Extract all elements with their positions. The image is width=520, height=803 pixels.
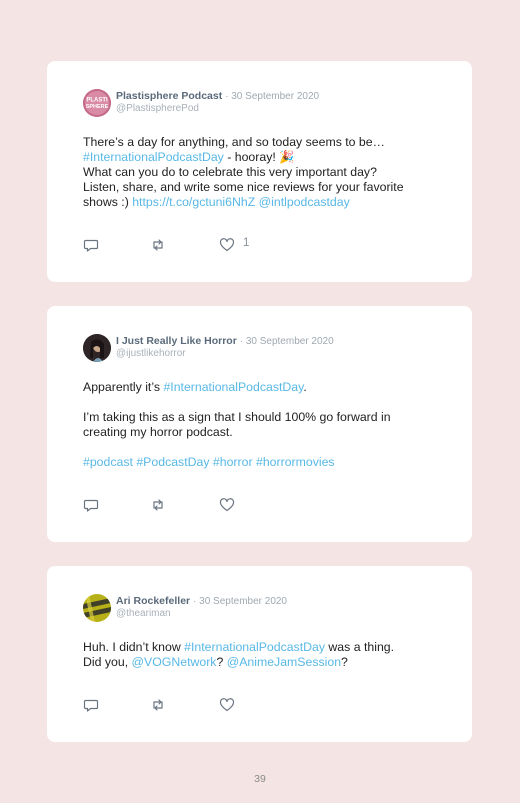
tweet-text-fragment: Apparently it’s xyxy=(83,380,164,394)
tweet-text-line: shows :) https://t.co/gctuni6NhZ @intlpo… xyxy=(83,195,443,210)
tweet-body: Huh. I didn’t know #InternationalPodcast… xyxy=(83,640,443,670)
tweet-text-fragment: Did you, xyxy=(83,655,132,669)
tweet-text-fragment: was a thing. xyxy=(325,640,395,654)
reply-icon[interactable] xyxy=(83,237,99,253)
name-line: Ari Rockefeller · 30 September 2020 xyxy=(116,595,287,607)
tweet-text-fragment: Huh. I didn’t know xyxy=(83,640,185,654)
tweet-card-ari: Ari Rockefeller · 30 September 2020 @the… xyxy=(47,566,472,742)
tweet-text-fragment: ? xyxy=(341,655,348,669)
tweet-text-line: Listen, share, and write some nice revie… xyxy=(83,180,404,194)
tweet-header: PLASTI SPHERE Plastisphere Podcast · 30 … xyxy=(83,89,443,119)
tweet-actions: 1 xyxy=(83,237,283,253)
heart-icon[interactable] xyxy=(219,237,235,253)
display-name[interactable]: Plastisphere Podcast xyxy=(116,90,222,102)
heart-icon[interactable] xyxy=(219,497,235,513)
tweet-text-fragment: ? xyxy=(216,655,227,669)
tweet-text-fragment: - hooray! 🎉 xyxy=(223,150,295,164)
tweet-text-line: Did you, @VOGNetwork? @AnimeJamSession? xyxy=(83,655,443,670)
hashtag-link[interactable]: #podcast xyxy=(83,455,133,469)
user-handle[interactable]: @PlastispherePod xyxy=(116,103,199,114)
hashtag-link[interactable]: #horrormovies xyxy=(256,455,335,469)
tweet-text-line: creating my horror podcast. xyxy=(83,425,233,439)
display-name[interactable]: Ari Rockefeller xyxy=(116,595,190,607)
mention-link[interactable]: @VOGNetwork xyxy=(132,655,217,669)
tweet-text-line: What can you do to celebrate this very i… xyxy=(83,165,377,179)
tweet-text-line: #InternationalPodcastDay - hooray! 🎉 xyxy=(83,150,443,165)
hashtag-link[interactable]: #InternationalPodcastDay xyxy=(83,150,224,164)
user-handle[interactable]: @theariman xyxy=(116,608,171,619)
tweet-date: · 30 September 2020 xyxy=(193,596,287,607)
tweet-header: I Just Really Like Horror · 30 September… xyxy=(83,334,443,364)
avatar-logo-text-1: PLASTI xyxy=(86,98,108,104)
hashtag-link[interactable]: #InternationalPodcastDay xyxy=(184,640,325,654)
tweet-text-line: There’s a day for anything, and so today… xyxy=(83,135,385,149)
user-handle[interactable]: @ijustlikehorror xyxy=(116,348,186,359)
reply-icon[interactable] xyxy=(83,697,99,713)
heart-icon[interactable] xyxy=(219,697,235,713)
avatar-logo-text-2: SPHERE xyxy=(86,104,109,110)
hashtag-line: #podcast #PodcastDay #horror #horrormovi… xyxy=(83,455,443,470)
mention-link[interactable]: @AnimeJamSession xyxy=(227,655,341,669)
tweet-card-horror: I Just Really Like Horror · 30 September… xyxy=(47,306,472,542)
like-count: 1 xyxy=(243,237,250,249)
url-link[interactable]: https://t.co/gctuni6NhZ xyxy=(132,195,255,209)
hashtag-link[interactable]: #horror xyxy=(213,455,253,469)
tweet-date: · 30 September 2020 xyxy=(239,336,334,347)
retweet-icon[interactable] xyxy=(150,237,166,253)
hashtag-link[interactable]: #PodcastDay xyxy=(136,455,209,469)
tweet-body: Apparently it’s #InternationalPodcastDay… xyxy=(83,380,443,470)
avatar[interactable] xyxy=(83,334,111,362)
display-name[interactable]: I Just Really Like Horror xyxy=(116,335,237,347)
tweet-date: · 30 September 2020 xyxy=(225,91,320,102)
tweet-card-plastisphere: PLASTI SPHERE Plastisphere Podcast · 30 … xyxy=(47,61,472,282)
page-number: 39 xyxy=(254,773,266,785)
tweet-text-line: Huh. I didn’t know #InternationalPodcast… xyxy=(83,640,443,655)
tweet-text-fragment: . xyxy=(303,380,307,394)
hashtag-link[interactable]: #InternationalPodcastDay xyxy=(163,380,303,394)
retweet-icon[interactable] xyxy=(150,697,166,713)
mention-link[interactable]: @intlpodcastday xyxy=(259,195,350,209)
tweet-actions xyxy=(83,697,283,713)
avatar[interactable]: PLASTI SPHERE xyxy=(83,89,111,117)
retweet-icon[interactable] xyxy=(150,497,166,513)
tweet-actions xyxy=(83,497,283,513)
name-line: Plastisphere Podcast · 30 September 2020 xyxy=(116,90,319,102)
reply-icon[interactable] xyxy=(83,497,99,513)
name-line: I Just Really Like Horror · 30 September… xyxy=(116,335,334,347)
tweet-text-fragment: shows :) xyxy=(83,195,133,209)
tweet-text-line: I’m taking this as a sign that I should … xyxy=(83,410,391,424)
tweet-header: Ari Rockefeller · 30 September 2020 @the… xyxy=(83,594,443,624)
tweet-text-line: Apparently it’s #InternationalPodcastDay… xyxy=(83,380,443,395)
avatar[interactable] xyxy=(83,594,111,622)
tweet-body: There’s a day for anything, and so today… xyxy=(83,135,443,210)
